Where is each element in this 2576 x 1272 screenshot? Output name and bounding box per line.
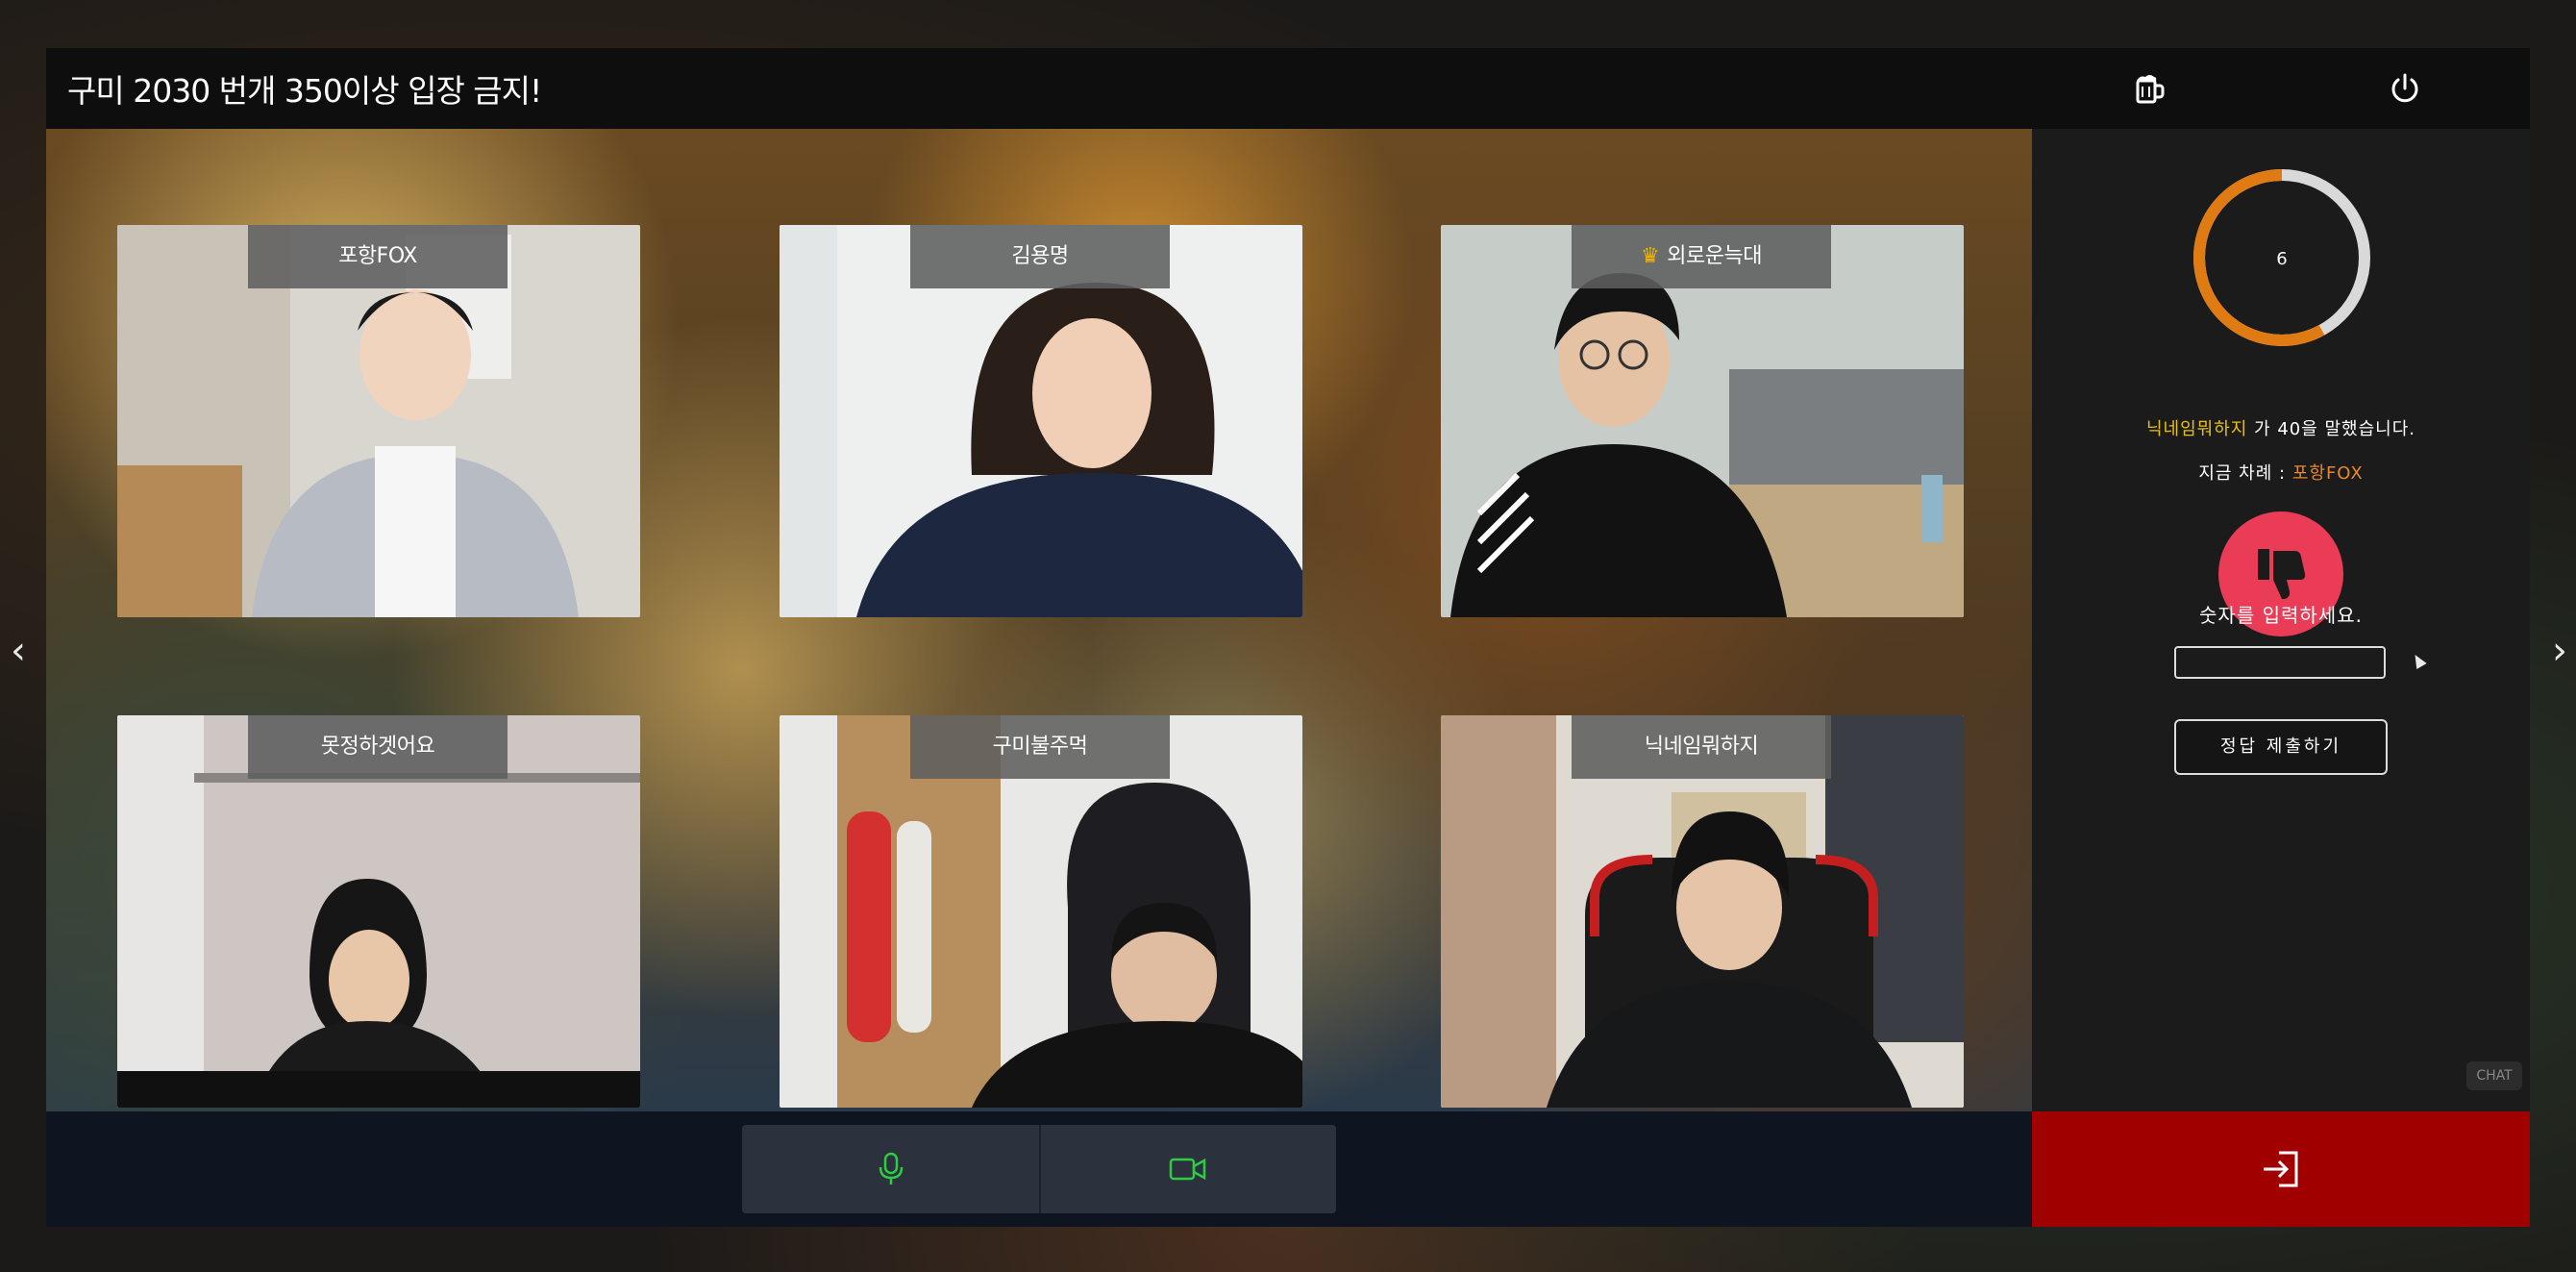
participant-name: 닉네임뭐하지 xyxy=(1572,715,1831,779)
beer-mug-icon[interactable] xyxy=(2128,67,2170,110)
turn-timer: 6 xyxy=(2193,169,2370,346)
room-title: 구미 2030 번개 350이상 입장 금지! xyxy=(67,72,542,110)
chevron-left-icon[interactable]: ‹ xyxy=(4,630,33,672)
media-controls xyxy=(742,1125,1336,1213)
top-bar: 구미 2030 번개 350이상 입장 금지! xyxy=(46,48,2530,129)
video-tile[interactable]: ♛ 외로운늑대 xyxy=(1441,225,1964,617)
game-room: 구미 2030 번개 350이상 입장 금지! 포항FOX 김용명 ♛ 외로운늑… xyxy=(46,48,2530,1227)
video-tile[interactable]: 구미불주먹 xyxy=(780,715,1302,1108)
participant-name: ♛ 외로운늑대 xyxy=(1572,225,1831,288)
power-icon[interactable] xyxy=(2384,67,2426,110)
last-answer-message: 닉네임뭐하지 가 40을 말했습니다. xyxy=(2032,415,2530,440)
participant-name: 포항FOX xyxy=(248,225,508,288)
video-tile[interactable]: 김용명 xyxy=(780,225,1302,617)
video-tile[interactable]: 닉네임뭐하지 xyxy=(1441,715,1964,1108)
input-prompt: 숫자를 입력하세요. xyxy=(2199,604,2363,627)
microphone-button[interactable] xyxy=(742,1125,1041,1213)
chat-button[interactable]: CHAT xyxy=(2466,1061,2522,1090)
answer-input[interactable] xyxy=(2174,646,2386,679)
video-camera-icon xyxy=(1169,1158,1205,1181)
participant-name: 김용명 xyxy=(910,225,1170,288)
said-text: 가 40을 말했습니다. xyxy=(2247,419,2416,439)
video-tile[interactable]: 포항FOX xyxy=(117,225,640,617)
exit-door-icon xyxy=(2264,1151,2298,1187)
turn-label: 지금 차례 : xyxy=(2198,463,2292,484)
video-stage: 포항FOX 김용명 ♛ 외로운늑대 못정하겟어요 구미불주먹 닉네임뭐하지 xyxy=(46,129,2032,1111)
timer-value: 6 xyxy=(2276,249,2287,269)
submit-answer-button[interactable]: 정답 제출하기 xyxy=(2174,719,2388,775)
game-panel: 6 닉네임뭐하지 가 40을 말했습니다. 지금 차례 : 포항FOX 숫자를 … xyxy=(2032,129,2530,1111)
participant-name: 못정하겟어요 xyxy=(248,715,508,779)
exit-room-button[interactable] xyxy=(2032,1111,2530,1227)
microphone-icon xyxy=(879,1152,903,1185)
crown-icon: ♛ xyxy=(1641,244,1660,268)
turn-name: 포항FOX xyxy=(2291,463,2364,484)
video-tile[interactable]: 못정하겟어요 xyxy=(117,715,640,1108)
participant-name: 구미불주먹 xyxy=(910,715,1170,779)
media-controls-bar xyxy=(46,1111,2032,1227)
camera-button[interactable] xyxy=(1039,1125,1336,1213)
speaker-name: 닉네임뭐하지 xyxy=(2145,419,2248,439)
current-turn: 지금 차례 : 포항FOX xyxy=(2032,460,2530,485)
chevron-right-icon[interactable]: › xyxy=(2545,630,2574,672)
